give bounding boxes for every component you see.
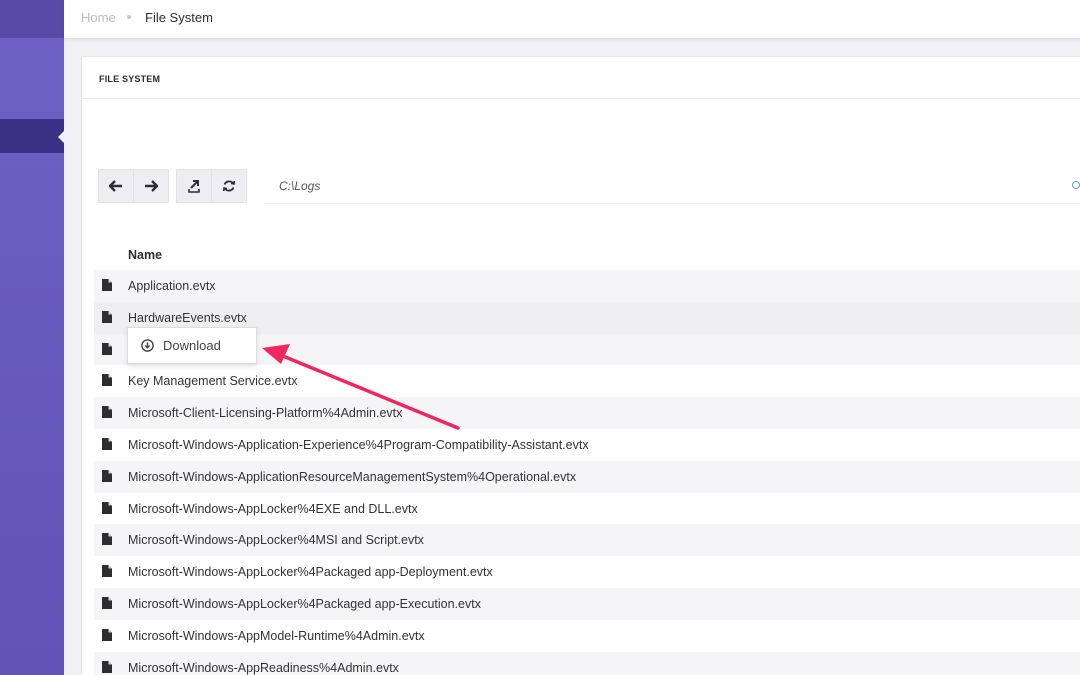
file-name[interactable]: Microsoft-Windows-ApplicationResourceMan…: [128, 470, 576, 484]
file-icon: [102, 469, 112, 482]
back-button[interactable]: [98, 169, 134, 203]
table-row[interactable]: Microsoft-Client-Licensing-Platform%4Adm…: [94, 397, 1080, 429]
upload-icon: [188, 180, 200, 193]
sidebar-logo-area: [0, 0, 64, 38]
file-icon: [102, 406, 112, 419]
table-row[interactable]: Application.evtx: [94, 270, 1080, 302]
arrow-right-icon: [145, 180, 158, 192]
refresh-button[interactable]: [211, 169, 247, 203]
file-name[interactable]: Microsoft-Windows-Application-Experience…: [128, 438, 589, 452]
file-icon: [102, 437, 112, 450]
search-icon[interactable]: [1072, 181, 1080, 189]
file-icon: [102, 533, 112, 546]
file-name[interactable]: Application.evtx: [128, 279, 216, 293]
breadcrumb-home[interactable]: Home: [81, 10, 116, 25]
download-menu-item[interactable]: Download: [128, 328, 256, 363]
file-name[interactable]: Microsoft-Windows-AppLocker%4MSI and Scr…: [128, 533, 424, 547]
sidebar: [0, 0, 65, 675]
table-row[interactable]: Microsoft-Windows-Application-Experience…: [94, 429, 1080, 461]
file-icon: [102, 565, 112, 578]
upload-button[interactable]: [176, 169, 212, 203]
table-row[interactable]: Microsoft-Windows-AppLocker%4Packaged ap…: [94, 556, 1080, 588]
file-name[interactable]: HardwareEvents.evtx: [128, 311, 247, 325]
table-row[interactable]: Microsoft-Windows-AppModel-Runtime%4Admi…: [94, 620, 1080, 652]
header: Home File System: [64, 0, 1080, 39]
context-menu: Download: [127, 327, 257, 364]
annotation-arrow: [262, 344, 460, 430]
file-name[interactable]: Microsoft-Windows-AppModel-Runtime%4Admi…: [128, 629, 425, 643]
file-name[interactable]: Microsoft-Windows-AppLocker%4Packaged ap…: [128, 597, 481, 611]
table-row[interactable]: Microsoft-Windows-AppLocker%4EXE and DLL…: [94, 493, 1080, 525]
card-title: FILE SYSTEM: [99, 74, 161, 84]
refresh-icon: [222, 180, 236, 192]
download-circle-icon: [141, 339, 154, 352]
file-icon: [102, 310, 112, 323]
file-icon: [102, 374, 112, 387]
breadcrumb-separator: [127, 15, 131, 19]
table-row[interactable]: Microsoft-Windows-ApplicationResourceMan…: [94, 460, 1080, 493]
download-label[interactable]: Download: [163, 338, 221, 353]
card-header: FILE SYSTEM: [82, 57, 1080, 99]
breadcrumb-current: File System: [145, 10, 213, 25]
table-row[interactable]: Microsoft-Windows-AppLocker%4Packaged ap…: [94, 587, 1080, 620]
file-icon: [102, 342, 112, 355]
file-icon: [102, 628, 112, 641]
file-icon: [102, 596, 112, 609]
table-row[interactable]: Microsoft-Windows-AppLocker%4MSI and Scr…: [94, 524, 1080, 557]
file-icon: [102, 279, 112, 291]
arrow-left-icon: [109, 180, 122, 192]
column-header-name[interactable]: Name: [128, 248, 162, 262]
file-name[interactable]: Microsoft-Windows-AppReadiness%4Admin.ev…: [128, 661, 399, 675]
file-icon: [102, 501, 112, 514]
table-row[interactable]: Microsoft-Windows-AppReadiness%4Admin.ev…: [94, 651, 1080, 675]
sidebar-active-indicator: [58, 130, 65, 144]
file-name[interactable]: Microsoft-Windows-AppLocker%4EXE and DLL…: [128, 502, 418, 516]
file-icon: [102, 660, 112, 673]
path-input[interactable]: [264, 169, 1080, 204]
table-row[interactable]: Key Management Service.evtx: [94, 365, 1080, 397]
forward-button[interactable]: [133, 169, 169, 203]
sidebar-item-file-system[interactable]: [0, 119, 64, 153]
file-name[interactable]: Microsoft-Windows-AppLocker%4Packaged ap…: [128, 565, 493, 579]
